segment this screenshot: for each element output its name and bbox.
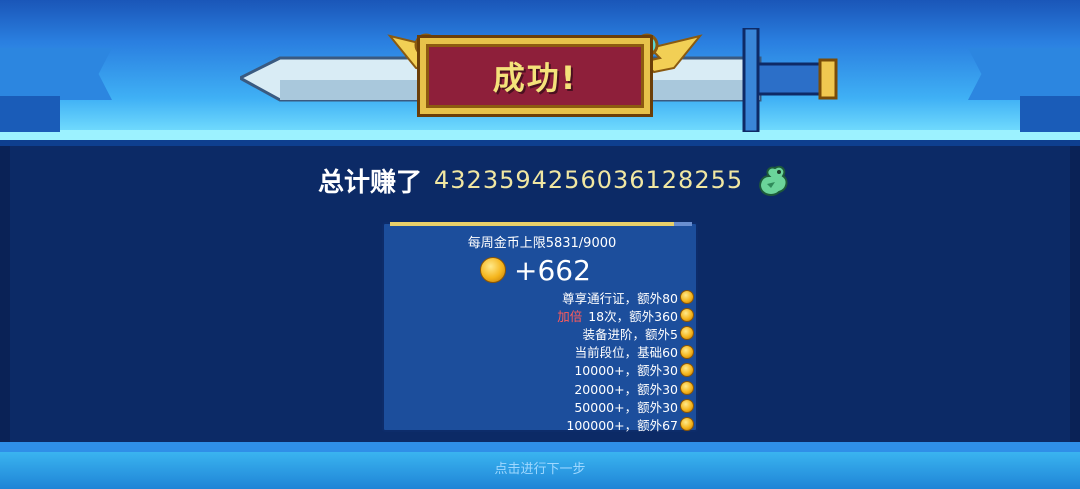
coin-icon [680,381,694,396]
reward-detail-box: 每周金币上限5831/9000 +662 尊享通行证，额外80 加倍 18次，额… [382,222,698,434]
bonus-text: 50000+，额外30 [574,399,678,415]
bonus-text: 装备进阶，额外5 [582,326,678,342]
bonus-text: 尊享通行证，额外80 [562,290,678,306]
weekly-coin-cap: 每周金币上限5831/9000 [467,236,617,251]
bonus-item: 20000+，额外30 [394,379,694,397]
total-earned-row: 总计赚了 4323594256036128255 [318,160,791,200]
coin-icon [680,399,694,414]
bonus-text: 20000+，额外30 [574,381,678,397]
bonus-item: 100000+，额外67 [394,415,694,433]
bottom-edge-divider [0,442,1080,452]
continue-hint[interactable]: 点击进行下一步 [0,458,1080,477]
bonus-item: 50000+，额外30 [394,397,694,415]
bonus-highlight: 加倍 [557,308,583,324]
bonus-list: 尊享通行证，额外80 加倍 18次，额外360 装备进阶，额外5 当前段位，基础… [394,288,694,434]
left-ribbon-shadow [0,96,60,132]
bonus-text: 100000+，额外67 [566,417,678,433]
coin-icon [680,290,694,305]
total-earned-label: 总计赚了 [318,167,423,198]
page-title: 成功! [492,59,578,97]
bonus-item: 当前段位，基础60 [394,343,694,361]
coin-icon [680,362,694,377]
total-earned-value: 4323594256036128255 [434,166,744,194]
title-banner: 成功! [420,38,650,114]
dragon-icon [759,165,788,196]
coin-icon [680,326,694,341]
bonus-item: 装备进阶，额外5 [394,324,694,342]
right-ribbon-shadow [1020,96,1080,132]
coin-icon [680,308,694,323]
bonus-text: 18次，额外360 [588,308,678,324]
bonus-item: 10000+，额外30 [394,361,694,379]
bonus-item: 加倍 18次，额外360 [394,306,694,324]
bonus-text: 当前段位，基础60 [574,345,678,361]
bonus-item: 尊享通行证，额外80 [394,288,694,306]
left-ribbon-decoration [0,48,112,100]
coin-gain-row: +662 [480,253,591,287]
right-ribbon-decoration [968,48,1080,100]
coin-icon [680,417,694,432]
coin-gain-value: +662 [514,253,591,287]
bonus-text: 10000+，额外30 [574,363,678,379]
coin-icon [680,344,694,359]
coin-icon [480,257,506,283]
